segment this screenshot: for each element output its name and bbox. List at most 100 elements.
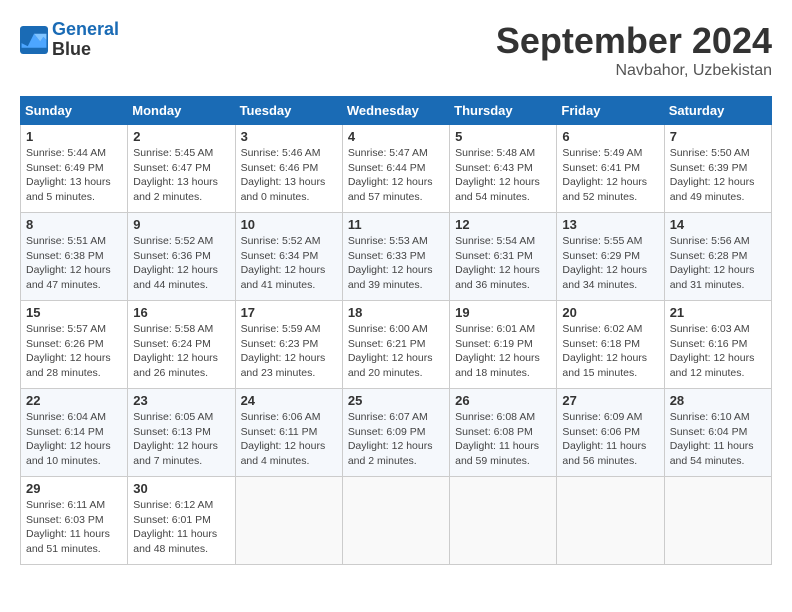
- day-number: 9: [133, 217, 229, 232]
- day-info: Sunrise: 5:59 AM Sunset: 6:23 PM Dayligh…: [241, 322, 337, 381]
- day-number: 8: [26, 217, 122, 232]
- calendar-week-row: 29 Sunrise: 6:11 AM Sunset: 6:03 PM Dayli…: [21, 477, 772, 565]
- location: Navbahor, Uzbekistan: [496, 62, 772, 80]
- calendar-cell: 9Sunrise: 5:52 AM Sunset: 6:36 PM Daylig…: [128, 213, 235, 301]
- calendar-cell: [557, 477, 664, 565]
- day-info: Sunrise: 5:51 AM Sunset: 6:38 PM Dayligh…: [26, 234, 122, 293]
- day-number: 7: [670, 129, 766, 144]
- day-number: 19: [455, 305, 551, 320]
- day-number: 29: [26, 481, 122, 496]
- logo-icon: [20, 26, 48, 54]
- calendar-cell: 15 Sunrise: 5:57 AM Sunset: 6:26 PM Dayli…: [21, 301, 128, 389]
- calendar-cell: 13Sunrise: 5:55 AM Sunset: 6:29 PM Dayli…: [557, 213, 664, 301]
- day-info: Sunrise: 6:02 AM Sunset: 6:18 PM Dayligh…: [562, 322, 658, 381]
- day-number: 23: [133, 393, 229, 408]
- calendar-cell: 23 Sunrise: 6:05 AM Sunset: 6:13 PM Dayli…: [128, 389, 235, 477]
- day-number: 12: [455, 217, 551, 232]
- calendar-cell: 8 Sunrise: 5:51 AM Sunset: 6:38 PM Daylig…: [21, 213, 128, 301]
- weekday-header-cell: Tuesday: [235, 97, 342, 125]
- day-info: Sunrise: 5:48 AM Sunset: 6:43 PM Dayligh…: [455, 146, 551, 205]
- day-number: 13: [562, 217, 658, 232]
- day-info: Sunrise: 6:05 AM Sunset: 6:13 PM Dayligh…: [133, 410, 229, 469]
- logo-general: General: [52, 19, 119, 39]
- logo-blue: Blue: [52, 39, 91, 59]
- day-info: Sunrise: 5:56 AM Sunset: 6:28 PM Dayligh…: [670, 234, 766, 293]
- logo: General Blue: [20, 20, 119, 60]
- calendar-cell: 3Sunrise: 5:46 AM Sunset: 6:46 PM Daylig…: [235, 125, 342, 213]
- calendar-week-row: 1 Sunrise: 5:44 AM Sunset: 6:49 PM Daylig…: [21, 125, 772, 213]
- day-number: 11: [348, 217, 444, 232]
- calendar-cell: 25 Sunrise: 6:07 AM Sunset: 6:09 PM Dayli…: [342, 389, 449, 477]
- day-info: Sunrise: 6:04 AM Sunset: 6:14 PM Dayligh…: [26, 410, 122, 469]
- calendar-body: 1 Sunrise: 5:44 AM Sunset: 6:49 PM Daylig…: [21, 125, 772, 565]
- weekday-header-cell: Wednesday: [342, 97, 449, 125]
- day-number: 15: [26, 305, 122, 320]
- weekday-header-cell: Monday: [128, 97, 235, 125]
- weekday-header-cell: Sunday: [21, 97, 128, 125]
- calendar-cell: 20 Sunrise: 6:02 AM Sunset: 6:18 PM Dayli…: [557, 301, 664, 389]
- calendar-cell: [235, 477, 342, 565]
- day-number: 6: [562, 129, 658, 144]
- day-number: 24: [241, 393, 337, 408]
- calendar-week-row: 8 Sunrise: 5:51 AM Sunset: 6:38 PM Daylig…: [21, 213, 772, 301]
- day-info: Sunrise: 5:44 AM Sunset: 6:49 PM Dayligh…: [26, 146, 122, 205]
- day-number: 25: [348, 393, 444, 408]
- day-info: Sunrise: 6:03 AM Sunset: 6:16 PM Dayligh…: [670, 322, 766, 381]
- calendar-cell: [450, 477, 557, 565]
- weekday-header-cell: Friday: [557, 97, 664, 125]
- calendar-cell: 12Sunrise: 5:54 AM Sunset: 6:31 PM Dayli…: [450, 213, 557, 301]
- day-info: Sunrise: 6:10 AM Sunset: 6:04 PM Dayligh…: [670, 410, 766, 469]
- day-number: 4: [348, 129, 444, 144]
- day-info: Sunrise: 5:58 AM Sunset: 6:24 PM Dayligh…: [133, 322, 229, 381]
- calendar-cell: 14 Sunrise: 5:56 AM Sunset: 6:28 PM Dayli…: [664, 213, 771, 301]
- day-info: Sunrise: 6:00 AM Sunset: 6:21 PM Dayligh…: [348, 322, 444, 381]
- day-number: 22: [26, 393, 122, 408]
- calendar-cell: 26 Sunrise: 6:08 AM Sunset: 6:08 PM Dayli…: [450, 389, 557, 477]
- day-number: 27: [562, 393, 658, 408]
- calendar-cell: 19 Sunrise: 6:01 AM Sunset: 6:19 PM Dayli…: [450, 301, 557, 389]
- day-info: Sunrise: 5:53 AM Sunset: 6:33 PM Dayligh…: [348, 234, 444, 293]
- calendar-cell: 17Sunrise: 5:59 AM Sunset: 6:23 PM Dayli…: [235, 301, 342, 389]
- day-info: Sunrise: 6:01 AM Sunset: 6:19 PM Dayligh…: [455, 322, 551, 381]
- day-number: 10: [241, 217, 337, 232]
- day-number: 5: [455, 129, 551, 144]
- calendar-cell: 6 Sunrise: 5:49 AM Sunset: 6:41 PM Daylig…: [557, 125, 664, 213]
- day-number: 20: [562, 305, 658, 320]
- day-info: Sunrise: 6:07 AM Sunset: 6:09 PM Dayligh…: [348, 410, 444, 469]
- day-info: Sunrise: 5:47 AM Sunset: 6:44 PM Dayligh…: [348, 146, 444, 205]
- calendar-cell: 21 Sunrise: 6:03 AM Sunset: 6:16 PM Dayli…: [664, 301, 771, 389]
- page-header: General Blue September 2024 Navbahor, Uz…: [20, 20, 772, 80]
- day-number: 26: [455, 393, 551, 408]
- day-info: Sunrise: 5:45 AM Sunset: 6:47 PM Dayligh…: [133, 146, 229, 205]
- calendar-cell: 5 Sunrise: 5:48 AM Sunset: 6:43 PM Daylig…: [450, 125, 557, 213]
- day-number: 28: [670, 393, 766, 408]
- weekday-header-cell: Thursday: [450, 97, 557, 125]
- calendar-cell: 16Sunrise: 5:58 AM Sunset: 6:24 PM Dayli…: [128, 301, 235, 389]
- calendar-cell: [664, 477, 771, 565]
- day-number: 1: [26, 129, 122, 144]
- calendar-cell: 10 Sunrise: 5:52 AM Sunset: 6:34 PM Dayli…: [235, 213, 342, 301]
- day-number: 2: [133, 129, 229, 144]
- calendar-cell: 27 Sunrise: 6:09 AM Sunset: 6:06 PM Dayli…: [557, 389, 664, 477]
- calendar-cell: 29 Sunrise: 6:11 AM Sunset: 6:03 PM Dayli…: [21, 477, 128, 565]
- day-info: Sunrise: 5:57 AM Sunset: 6:26 PM Dayligh…: [26, 322, 122, 381]
- day-info: Sunrise: 5:49 AM Sunset: 6:41 PM Dayligh…: [562, 146, 658, 205]
- day-info: Sunrise: 5:52 AM Sunset: 6:34 PM Dayligh…: [241, 234, 337, 293]
- weekday-header-cell: Saturday: [664, 97, 771, 125]
- day-number: 30: [133, 481, 229, 496]
- calendar-week-row: 15 Sunrise: 5:57 AM Sunset: 6:26 PM Dayli…: [21, 301, 772, 389]
- day-info: Sunrise: 6:09 AM Sunset: 6:06 PM Dayligh…: [562, 410, 658, 469]
- calendar-cell: 4 Sunrise: 5:47 AM Sunset: 6:44 PM Daylig…: [342, 125, 449, 213]
- day-info: Sunrise: 6:12 AM Sunset: 6:01 PM Dayligh…: [133, 498, 229, 557]
- calendar-cell: 18 Sunrise: 6:00 AM Sunset: 6:21 PM Dayli…: [342, 301, 449, 389]
- day-info: Sunrise: 5:50 AM Sunset: 6:39 PM Dayligh…: [670, 146, 766, 205]
- day-info: Sunrise: 6:11 AM Sunset: 6:03 PM Dayligh…: [26, 498, 122, 557]
- calendar-cell: 22 Sunrise: 6:04 AM Sunset: 6:14 PM Dayli…: [21, 389, 128, 477]
- day-number: 21: [670, 305, 766, 320]
- day-info: Sunrise: 6:08 AM Sunset: 6:08 PM Dayligh…: [455, 410, 551, 469]
- day-number: 18: [348, 305, 444, 320]
- logo-text: General Blue: [52, 20, 119, 60]
- day-info: Sunrise: 6:06 AM Sunset: 6:11 PM Dayligh…: [241, 410, 337, 469]
- day-number: 14: [670, 217, 766, 232]
- month-title: September 2024: [496, 20, 772, 62]
